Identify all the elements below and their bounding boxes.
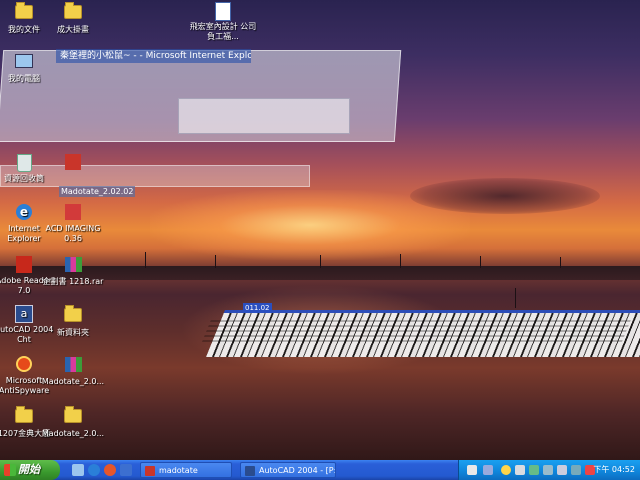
keyboard-icon[interactable]: [467, 465, 477, 475]
show-desktop-icon[interactable]: [72, 464, 84, 476]
outlook-icon[interactable]: [120, 464, 132, 476]
security-icon[interactable]: [529, 465, 539, 475]
pdf-icon: [16, 256, 32, 273]
start-button[interactable]: 開始: [0, 460, 60, 480]
folder-icon: [64, 409, 82, 423]
pole: [560, 257, 561, 268]
taskbar-button-autocad[interactable]: AutoCAD 2004 - [P:\...: [240, 462, 336, 478]
network-icon[interactable]: [515, 465, 525, 475]
desktop-icon-label: Madotate_2.0...: [41, 429, 105, 438]
ghost-window-title[interactable]: 秦堡裡的小松鼠~ - - Microsoft Internet Explorer: [56, 49, 251, 63]
rar-archive-icon: [64, 357, 82, 372]
ghost-window-content: [178, 98, 350, 134]
start-label: 開始: [18, 463, 40, 476]
volume-icon[interactable]: [557, 465, 567, 475]
desktop-icon-rar-file[interactable]: 企劃書 1218.rar: [41, 256, 105, 287]
ghost-window-label: Madotate_2.02.02: [59, 186, 136, 197]
desktop-icon-label: 新資料夾: [57, 328, 89, 337]
desktop-icon-my-computer[interactable]: 我的電腦: [0, 53, 56, 84]
madotate-icon: [65, 154, 81, 170]
taskbar-button-label: madotate: [159, 466, 198, 475]
monitor-icon[interactable]: [543, 465, 553, 475]
pole: [480, 256, 481, 268]
madotate-icon: [145, 466, 155, 476]
desktop: 秦堡裡的小松鼠~ - - Microsoft Internet Explorer…: [0, 0, 640, 460]
pole: [400, 254, 401, 268]
autocad-icon: [245, 466, 255, 476]
desktop-icon-label: Madotate_2.0...: [41, 377, 105, 386]
distorted-window-content: [201, 320, 631, 344]
pole: [145, 252, 146, 268]
folder-icon: [64, 308, 82, 322]
desktop-icon-label: 資源回收筒: [4, 174, 44, 183]
antispyware-icon: [16, 356, 32, 372]
taskbar-button-madotate[interactable]: madotate: [140, 462, 232, 478]
desktop-icon-new-folder[interactable]: 新資料夾: [41, 305, 105, 338]
acd-icon: [65, 204, 81, 220]
pole: [215, 255, 216, 268]
distorted-window-tag: 011.02: [243, 303, 272, 313]
internet-explorer-icon[interactable]: [88, 464, 100, 476]
desktop-icon-label: 企劃書 1218.rar: [42, 277, 104, 286]
desktop-icon-word-document[interactable]: 飛宏室內設計 公司 負工福...: [188, 2, 258, 42]
computer-icon: [15, 54, 33, 68]
desktop-icon-label: 飛宏室內設計 公司 負工福...: [189, 22, 257, 41]
language-icon[interactable]: [483, 465, 493, 475]
network-status-icon[interactable]: [571, 465, 581, 475]
desktop-icon-madotate[interactable]: [41, 154, 105, 174]
recycle-bin-icon: [16, 154, 32, 172]
desktop-icon-label: 我的電腦: [8, 74, 40, 83]
clock[interactable]: 下午 04:52: [593, 460, 635, 480]
rar-archive-icon: [64, 257, 82, 272]
word-document-icon: [215, 2, 231, 21]
cloud: [410, 178, 600, 214]
desktop-icon-madotate-folder[interactable]: Madotate_2.0...: [41, 406, 105, 439]
taskbar-button-label: AutoCAD 2004 - [P:\...: [259, 466, 336, 475]
windows-logo-icon: [4, 464, 16, 476]
pole: [320, 255, 321, 268]
desktop-icon-folder[interactable]: 成大掛畫: [41, 2, 105, 35]
autocad-icon: a: [15, 305, 33, 323]
desktop-icon-madotate-archive[interactable]: Madotate_2.0...: [41, 356, 105, 387]
browser-icon[interactable]: [104, 464, 116, 476]
pole: [515, 288, 516, 308]
desktop-icon-acd-imaging[interactable]: ACD IMAGING 0.36: [41, 204, 105, 244]
folder-icon: [15, 5, 33, 19]
folder-icon: [64, 5, 82, 19]
desktop-icon-label: ACD IMAGING 0.36: [45, 224, 101, 243]
help-icon[interactable]: [501, 465, 511, 475]
folder-icon: [15, 409, 33, 423]
internet-explorer-icon: e: [16, 204, 32, 220]
system-tray: 下午 04:52: [458, 460, 640, 480]
desktop-icon-label: 成大掛畫: [57, 25, 89, 34]
taskbar: 開始 madotate AutoCAD 2004 - [P:\... 下午 04…: [0, 460, 640, 480]
